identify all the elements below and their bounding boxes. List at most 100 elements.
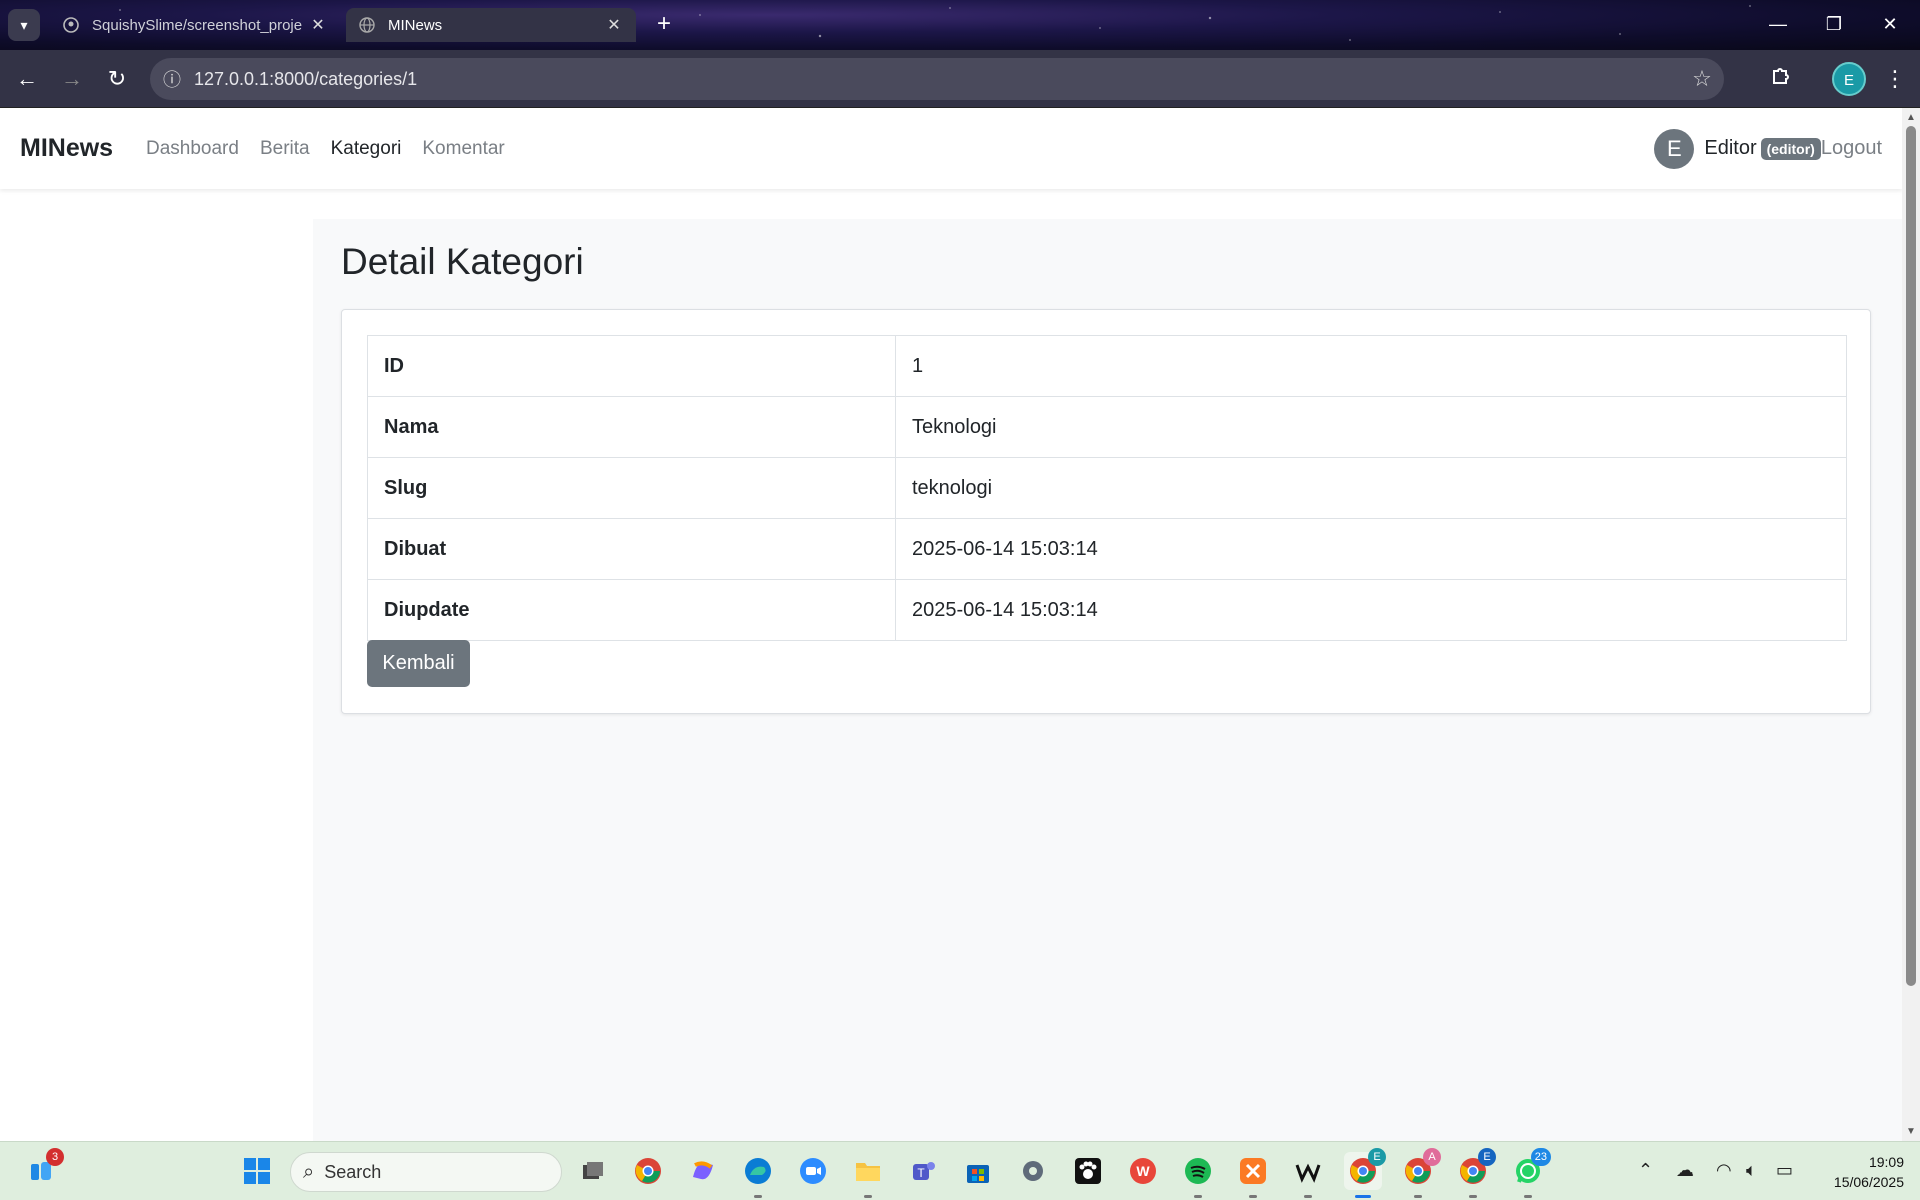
detail-card: ID 1 Nama Teknologi Slug teknologi Dibua… [341,309,1871,714]
chrome-profile-e-icon[interactable]: E [1344,1148,1386,1198]
table-row: Dibuat 2025-06-14 15:03:14 [367,518,1847,580]
wps-office-icon[interactable]: W [1124,1152,1162,1190]
row-value: 2025-06-14 15:03:14 [895,518,1847,580]
wifi-icon[interactable]: ◠ [1716,1160,1732,1181]
table-row: Nama Teknologi [367,396,1847,458]
scroll-up-arrow-icon[interactable]: ▲ [1906,112,1916,123]
running-indicator [1355,1195,1371,1198]
microsoft-store-icon[interactable] [959,1152,997,1190]
xampp-icon[interactable] [1234,1152,1272,1198]
clock-time: 19:09 [1868,1154,1904,1170]
volume-icon[interactable]: 🔈︎ [1746,1160,1757,1181]
back-button[interactable]: Kembali [367,640,470,687]
profile-avatar[interactable]: E [1832,62,1866,96]
browser-tab-minews[interactable]: MINews ✕ [346,8,636,42]
zoom-icon[interactable] [794,1152,832,1190]
minimize-icon[interactable]: — [1758,8,1798,40]
windows-start-icon[interactable] [238,1152,276,1190]
page-viewport: MINews Dashboard Berita Kategori Komenta… [0,108,1902,1141]
nav-kategori[interactable]: Kategori [331,138,402,160]
onedrive-cloud-icon[interactable]: ☁ [1676,1160,1694,1181]
row-value: 2025-06-14 15:03:14 [895,579,1847,641]
task-view-icon[interactable] [574,1152,612,1190]
close-icon[interactable]: ✕ [308,15,328,35]
scroll-down-arrow-icon[interactable]: ▼ [1906,1126,1916,1137]
back-arrow-icon[interactable]: ← [12,64,42,94]
extensions-puzzle-icon[interactable] [1766,64,1796,94]
new-tab-plus-icon[interactable]: + [650,11,678,39]
forward-arrow-icon[interactable]: → [57,64,87,94]
browser-tab-strip: ▾ SquishySlime/screenshot_proje ✕ MINews… [0,0,1920,50]
running-indicator [1414,1195,1422,1198]
row-label: Dibuat [367,518,896,580]
logout-link[interactable]: Logout [1821,137,1882,160]
system-clock[interactable]: 19:09 15/06/2025 [1812,1152,1904,1192]
teams-icon[interactable]: T [904,1152,942,1190]
address-bar[interactable]: ⓘ 127.0.0.1:8000/categories/1 ☆ [150,58,1724,100]
row-label: Nama [367,396,896,458]
page-title: Detail Kategori [341,241,584,282]
running-indicator [1524,1195,1532,1198]
edge-icon[interactable] [739,1152,777,1198]
reload-icon[interactable]: ↻ [102,64,132,94]
widgets-icon[interactable]: 3 [22,1148,64,1190]
file-explorer-icon[interactable] [849,1152,887,1198]
windows-taskbar: 3 ⌕ Search T W E A E 23 ⌃ ☁ ◠ 🔈︎ ▭ 19:09… [0,1141,1920,1200]
main-content: Detail Kategori ID 1 Nama Teknologi Slug… [313,219,1902,1141]
more-menu-icon[interactable]: ⋮ [1880,64,1910,94]
app-navbar: MINews Dashboard Berita Kategori Komenta… [0,108,1902,189]
nav-komentar[interactable]: Komentar [422,138,504,160]
chrome-profile-a-icon[interactable]: A [1399,1148,1441,1198]
paw-app-icon[interactable] [1069,1152,1107,1190]
search-placeholder: Search [324,1161,382,1182]
wave-app-icon[interactable] [1289,1152,1327,1198]
nav-berita[interactable]: Berita [260,138,310,160]
spotify-icon[interactable] [1179,1152,1217,1198]
copilot-icon[interactable] [684,1152,722,1190]
running-indicator [864,1195,872,1198]
avatar: E [1654,128,1695,169]
chrome-profile-e2-icon[interactable]: E [1454,1148,1496,1198]
battery-icon[interactable]: ▭ [1776,1160,1793,1181]
nav-dashboard[interactable]: Dashboard [146,138,239,160]
table-row: Diupdate 2025-06-14 15:03:14 [367,579,1847,641]
settings-gear-icon[interactable] [1014,1152,1052,1190]
url-text[interactable]: 127.0.0.1:8000/categories/1 [194,69,1680,90]
globe-icon [358,16,376,34]
github-icon [62,16,80,34]
profile-badge: E [1368,1148,1386,1166]
profile-badge: A [1423,1148,1441,1166]
running-indicator [754,1195,762,1198]
main-nav: Dashboard Berita Kategori Komentar [146,138,526,160]
role-badge: (editor) [1760,137,1821,160]
whatsapp-badge: 23 [1530,1148,1551,1166]
widgets-badge: 3 [46,1148,64,1166]
taskbar-search[interactable]: ⌕ Search [290,1152,562,1192]
scrollbar-thumb[interactable] [1906,126,1916,986]
running-indicator [1304,1195,1312,1198]
bookmark-star-icon[interactable]: ☆ [1680,66,1724,92]
window-close-icon[interactable]: ✕ [1870,8,1910,40]
svg-text:T: T [917,1166,925,1180]
page-scrollbar[interactable]: ▲ ▼ [1902,108,1920,1141]
brand-logo[interactable]: MINews [20,134,113,163]
running-indicator [1249,1195,1257,1198]
svg-text:W: W [1136,1163,1150,1179]
table-row: Slug teknologi [367,457,1847,519]
whatsapp-icon[interactable]: 23 [1509,1148,1551,1198]
restore-icon[interactable]: ❐ [1814,8,1854,40]
row-value: teknologi [895,457,1847,519]
chrome-icon[interactable] [629,1152,667,1190]
site-info-icon[interactable]: ⓘ [150,66,194,92]
row-label: Slug [367,457,896,519]
tray-chevron-up-icon[interactable]: ⌃ [1638,1160,1653,1181]
running-indicator [1194,1195,1202,1198]
browser-tab-github[interactable]: SquishySlime/screenshot_proje ✕ [50,8,340,42]
tab-title: MINews [388,16,443,34]
search-icon: ⌕ [303,1160,315,1183]
close-icon[interactable]: ✕ [604,15,624,35]
tab-search-chevron-icon[interactable]: ▾ [8,9,40,41]
row-value: 1 [895,335,1847,397]
running-indicator [1469,1195,1477,1198]
tab-title: SquishySlime/screenshot_proje [92,16,303,34]
